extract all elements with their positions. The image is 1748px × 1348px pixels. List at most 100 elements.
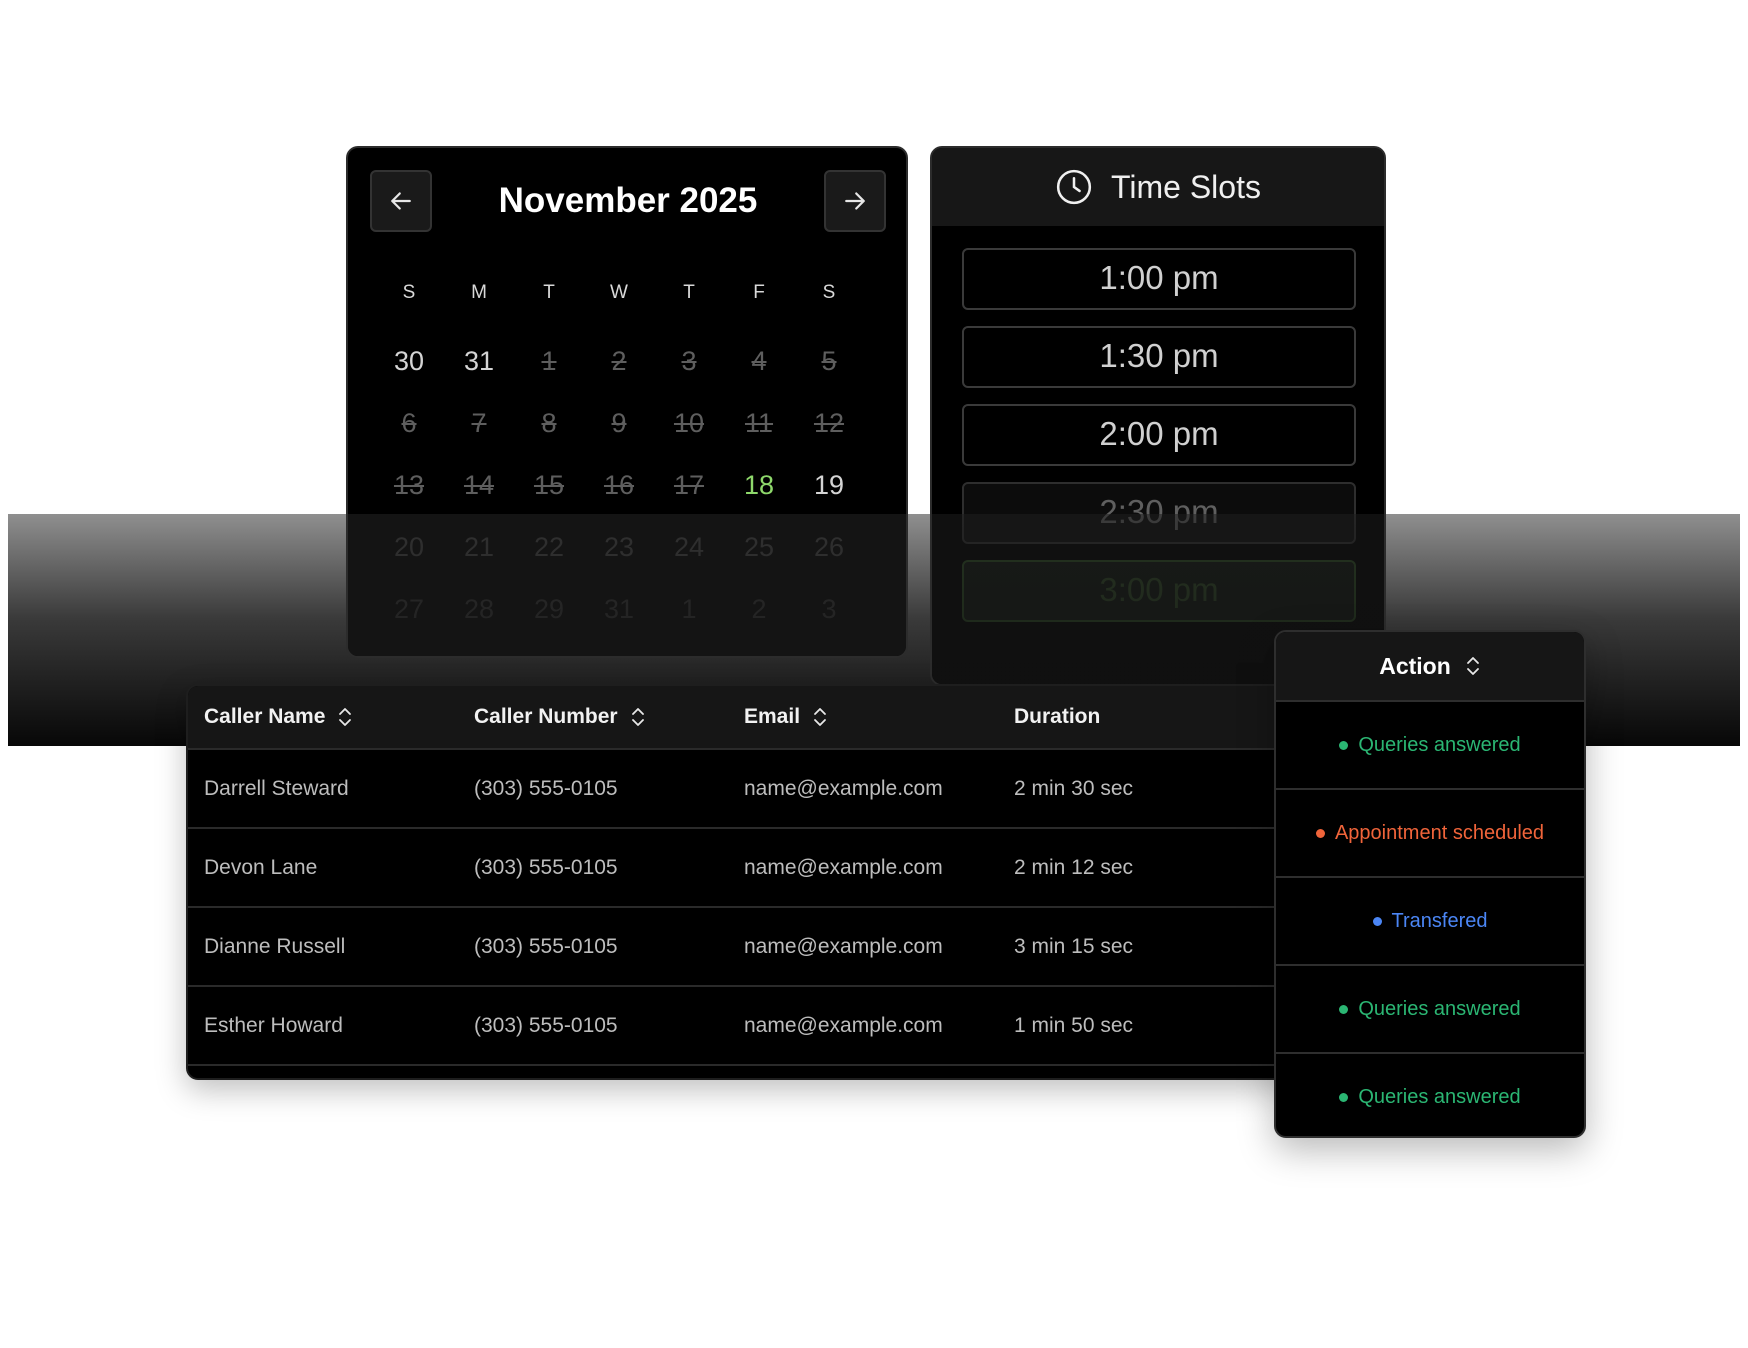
caller-name-cell: Dianne Russell [204, 935, 346, 958]
status-label: Queries answered [1358, 997, 1521, 1020]
column-header[interactable]: Caller Name [204, 686, 353, 748]
calendar-day[interactable]: 2 [724, 578, 794, 640]
table-row[interactable]: Devon Lane (303) 555-0105 name@example.com… [188, 829, 1294, 908]
duration-cell: 2 min 12 sec [1014, 856, 1134, 879]
calendar-day[interactable]: 31 [584, 578, 654, 640]
calendar-day[interactable]: 22 [514, 516, 584, 578]
calendar-day-selected[interactable]: 18 [724, 454, 794, 516]
calendar-day[interactable]: 28 [444, 578, 514, 640]
calendar-day[interactable]: 26 [794, 516, 864, 578]
calendar-day[interactable]: 24 [654, 516, 724, 578]
calendar-day: 13 [393, 470, 425, 500]
calendar-day: 2 [611, 346, 627, 376]
column-header: Duration [1014, 686, 1100, 748]
table-row[interactable]: Dianne Russell (303) 555-0105 name@example… [188, 908, 1294, 987]
email-cell: name@example.com [744, 1014, 943, 1037]
caller-number-cell: (303) 555-0105 [474, 1014, 618, 1037]
table-row[interactable]: Esther Howard (303) 555-0105 name@example.… [188, 987, 1294, 1066]
time-slots-header: Time Slots [932, 148, 1384, 226]
status-dot-icon [1339, 740, 1349, 750]
column-header[interactable]: Email [744, 686, 828, 748]
column-header-label: Email [744, 705, 801, 728]
calendar-day: 8 [541, 408, 557, 438]
weekday-label: S [402, 282, 416, 303]
calendar-day[interactable]: 23 [584, 516, 654, 578]
action-status-cell: Queries answered [1276, 702, 1584, 790]
calendar-day[interactable]: 21 [444, 516, 514, 578]
time-slot-button[interactable]: 2:00 pm [962, 404, 1356, 466]
calendar-day: 4 [751, 346, 767, 376]
time-slot-button[interactable]: 1:30 pm [962, 326, 1356, 388]
email-cell: name@example.com [744, 935, 943, 958]
status-label: Queries answered [1358, 733, 1521, 756]
status-label: Queries answered [1358, 1085, 1521, 1108]
status-dot-icon [1339, 1004, 1349, 1014]
sort-icon [814, 708, 826, 726]
calendar-day: 1 [541, 346, 557, 376]
calendar-day: 6 [401, 408, 417, 438]
time-slots-card: Time Slots 1:00 pm 1:30 pm 2:00 pm 2:30 pm 3… [930, 146, 1386, 686]
duration-cell: 3 min 15 sec [1014, 935, 1134, 958]
action-list: Queries answered Appointment scheduled Tra… [1276, 702, 1584, 1136]
calendar-day: 5 [821, 346, 837, 376]
email-cell: name@example.com [744, 777, 943, 800]
column-header-label: Caller Number [474, 705, 618, 728]
table-body: Darrell Steward (303) 555-0105 name@exampl… [188, 750, 1294, 1066]
action-column-header[interactable]: Action [1276, 632, 1584, 702]
arrow-right-icon [845, 192, 865, 210]
calendar-day[interactable]: 31 [444, 330, 514, 392]
calendar-day: 12 [813, 408, 845, 438]
weekday-label: F [753, 282, 765, 303]
next-month-button[interactable] [824, 170, 886, 232]
calendar-day[interactable]: 30 [374, 330, 444, 392]
caller-number-cell: (303) 555-0105 [474, 935, 618, 958]
weekday-label: T [543, 282, 555, 303]
action-title: Action [1379, 652, 1451, 679]
weekday-label: T [683, 282, 695, 303]
calendar-day[interactable]: 19 [794, 454, 864, 516]
caller-number-cell: (303) 555-0105 [474, 777, 618, 800]
calendar-day[interactable]: 3 [794, 578, 864, 640]
calendar-day: 17 [673, 470, 705, 500]
calendar-day[interactable]: 1 [654, 578, 724, 640]
calendar-day: 11 [744, 408, 774, 438]
action-column-card: Action Queries answered Appointment sched… [1274, 630, 1586, 1138]
status-dot-icon [1372, 916, 1382, 926]
calendar-card: November 2025 S M T W T F S 30 31 1 2 3 4 5 6 7 8 9 10 11 12… [346, 146, 908, 658]
calendar-day: 7 [471, 408, 487, 438]
weekday-label: M [471, 282, 487, 303]
column-header[interactable]: Caller Number [474, 686, 646, 748]
time-slot-button[interactable]: 1:00 pm [962, 248, 1356, 310]
month-title: November 2025 [498, 181, 758, 220]
action-status-cell: Queries answered [1276, 966, 1584, 1054]
calendar-day[interactable]: 25 [724, 516, 794, 578]
table-row[interactable]: Darrell Steward (303) 555-0105 name@exampl… [188, 750, 1294, 829]
calendar-day[interactable]: 27 [374, 578, 444, 640]
prev-month-button[interactable] [370, 170, 432, 232]
calendar-grid: S M T W T F S 30 31 1 2 3 4 5 6 7 8 9 10 11 12 13 14 15 16 17 18 19… [374, 268, 864, 640]
calendar-day: 3 [681, 346, 697, 376]
caller-name-cell: Darrell Steward [204, 777, 349, 800]
sort-icon [631, 708, 644, 726]
column-header-label: Caller Name [204, 705, 326, 728]
calendar-day[interactable]: 20 [374, 516, 444, 578]
duration-cell: 2 min 30 sec [1014, 777, 1134, 800]
time-slot-button[interactable]: 2:30 pm [962, 482, 1356, 544]
caller-number-cell: (303) 555-0105 [474, 856, 618, 879]
calendar-day: 9 [611, 408, 627, 438]
calendar-day: 14 [463, 470, 495, 500]
calls-table: Caller Name Caller Number Email Duration Da… [186, 684, 1296, 1080]
status-dot-icon [1339, 1092, 1349, 1102]
column-header-label: Duration [1014, 705, 1101, 728]
calendar-day[interactable]: 29 [514, 578, 584, 640]
calendar-day: 10 [673, 408, 705, 438]
status-dot-icon [1315, 828, 1325, 838]
duration-cell: 1 min 50 sec [1014, 1014, 1134, 1037]
calendar-day: 15 [533, 470, 565, 500]
time-slot-button[interactable]: 3:00 pm [962, 560, 1356, 622]
email-cell: name@example.com [744, 856, 943, 879]
caller-name-cell: Esther Howard [204, 1014, 343, 1037]
arrow-left-icon [391, 192, 411, 210]
sort-icon [1466, 657, 1479, 675]
weekday-label: S [822, 282, 836, 303]
